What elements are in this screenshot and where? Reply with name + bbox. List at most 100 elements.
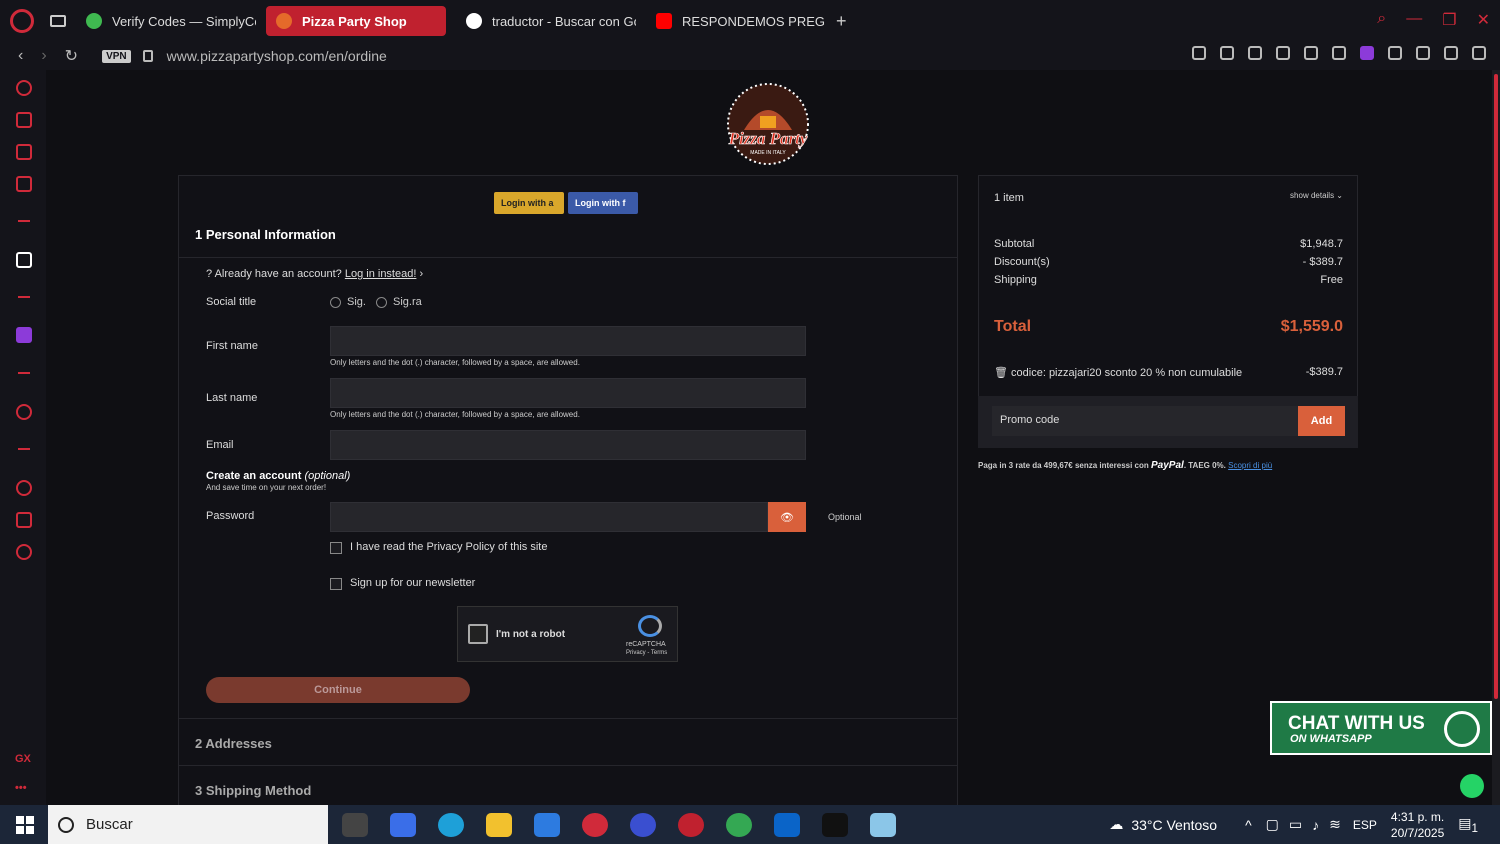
more-icon[interactable]: •••	[15, 782, 27, 794]
recaptcha-checkbox[interactable]	[468, 624, 488, 644]
email-input[interactable]	[330, 430, 806, 460]
clock[interactable]: 4:31 p. m. 20/7/2025	[1391, 809, 1444, 841]
weather-icon[interactable]: ☁	[1109, 816, 1123, 833]
aria-icon[interactable]	[16, 252, 32, 268]
show-password-button[interactable]: 👁	[768, 502, 806, 532]
tab-traductor[interactable]: traductor - Buscar con Go	[456, 6, 636, 36]
chevron-up-icon[interactable]: ^	[1245, 817, 1252, 833]
show-details-link[interactable]: show details ⌄	[1290, 191, 1343, 200]
first-name-input[interactable]	[330, 326, 806, 356]
microsoft-store-icon[interactable]	[534, 812, 560, 837]
opera-gx-icon[interactable]	[582, 812, 608, 837]
close-icon[interactable]: ✕	[1477, 10, 1490, 30]
page-scrollbar[interactable]	[1492, 70, 1500, 805]
login-facebook-button[interactable]: Login with f	[568, 192, 638, 214]
social-title-label: Social title	[206, 296, 257, 308]
wifi-icon[interactable]: ≋	[1329, 816, 1341, 833]
create-account-subtitle: And save time on your next order!	[206, 483, 327, 492]
divider	[179, 718, 957, 719]
back-icon[interactable]: ‹	[18, 47, 23, 65]
opera-logo-icon[interactable]	[10, 9, 34, 33]
outlook-icon[interactable]	[774, 812, 800, 837]
tiktok-icon[interactable]	[822, 812, 848, 837]
extensions-sidebar-icon[interactable]	[16, 512, 32, 528]
pin-icon[interactable]	[1192, 46, 1206, 60]
settings-icon[interactable]	[16, 544, 32, 560]
step-addresses[interactable]: 2 Addresses	[195, 736, 272, 751]
scrollbar-thumb[interactable]	[1494, 74, 1498, 699]
login-amazon-button[interactable]: Login with a	[494, 192, 564, 214]
heart-icon[interactable]	[1332, 46, 1346, 60]
snapshot-icon[interactable]	[1220, 46, 1234, 60]
trash-icon[interactable]: 🗑	[994, 367, 1008, 379]
app-notepad-icon[interactable]	[870, 812, 896, 837]
radio-sig[interactable]	[330, 297, 341, 308]
login-instead-link[interactable]: Log in instead!	[345, 268, 417, 280]
radio-sigra[interactable]	[376, 297, 387, 308]
total-label: Total	[994, 318, 1032, 335]
last-name-input[interactable]	[330, 378, 806, 408]
taskbar-search[interactable]: Buscar	[48, 805, 328, 844]
search-tabs-icon[interactable]: ⌕	[1377, 10, 1386, 30]
restore-icon[interactable]: ❐	[1442, 10, 1456, 30]
tab-island-icon[interactable]	[50, 15, 66, 27]
create-account-title: Create an account (optional)	[206, 470, 351, 482]
recaptcha-terms-link[interactable]: Privacy - Terms	[626, 650, 667, 656]
whatsapp-float-icon[interactable]	[1460, 774, 1484, 798]
new-tab-icon[interactable]: +	[836, 11, 847, 32]
notifications-icon[interactable]: ▤1	[1458, 815, 1478, 835]
minimize-icon[interactable]: —	[1406, 10, 1422, 30]
tab-verify-codes[interactable]: Verify Codes — SimplyCo	[76, 6, 256, 36]
forward-icon[interactable]: ›	[41, 47, 46, 65]
volume-icon[interactable]: ♪	[1312, 817, 1319, 833]
privacy-checkbox-label[interactable]: I have read the Privacy Policy of this s…	[350, 541, 547, 553]
privacy-checkbox[interactable]	[330, 542, 342, 554]
play-icon[interactable]	[1304, 46, 1318, 60]
meet-icon[interactable]: ▢	[1266, 816, 1279, 833]
edge-icon[interactable]	[438, 812, 464, 837]
newsletter-checkbox-label[interactable]: Sign up for our newsletter	[350, 577, 475, 589]
reload-icon[interactable]: ↻	[65, 46, 78, 66]
weather-text[interactable]: 33°C Ventoso	[1131, 817, 1217, 833]
step-shipping-method[interactable]: 3 Shipping Method	[195, 783, 311, 798]
password-input[interactable]	[330, 502, 768, 532]
task-view-icon[interactable]	[342, 812, 368, 837]
continue-button[interactable]: Continue	[206, 677, 470, 703]
profile-icon[interactable]	[1416, 46, 1430, 60]
promo-code-input[interactable]: Promo code	[992, 406, 1298, 436]
download-icon[interactable]	[1444, 46, 1458, 60]
translate-icon[interactable]	[1276, 46, 1290, 60]
windows-start-icon[interactable]	[16, 815, 34, 834]
step-personal-information[interactable]: 1 Personal Information	[195, 227, 336, 242]
newsletter-checkbox[interactable]	[330, 578, 342, 590]
history-icon[interactable]	[16, 480, 32, 496]
vpn-badge[interactable]: VPN	[102, 49, 131, 63]
adblock-icon[interactable]	[1248, 46, 1262, 60]
gx-cleaner-icon[interactable]	[16, 144, 32, 160]
language-indicator[interactable]: ESP	[1353, 818, 1377, 832]
eye-icon: 👁	[780, 511, 794, 524]
url-field[interactable]: www.pizzapartyshop.com/en/ordine	[167, 48, 387, 64]
copilot-icon[interactable]	[390, 812, 416, 837]
gx-control-icon[interactable]: GX	[15, 753, 31, 765]
promo-add-button[interactable]: Add	[1298, 406, 1345, 436]
extension-a-icon[interactable]	[1360, 46, 1374, 60]
app-red-icon[interactable]	[678, 812, 704, 837]
scopri-link[interactable]: Scopri di più	[1228, 461, 1272, 470]
player-icon[interactable]	[16, 404, 32, 420]
messenger-icon[interactable]	[16, 176, 32, 192]
lock-icon[interactable]	[142, 50, 153, 62]
chrome-icon[interactable]	[726, 812, 752, 837]
tab-pizza-party-shop[interactable]: Pizza Party Shop	[266, 6, 446, 36]
whatsapp-chat-banner[interactable]: CHAT WITH US ON WHATSAPP	[1270, 701, 1492, 755]
speed-dial-icon[interactable]	[16, 80, 32, 96]
gx-corner-icon[interactable]	[16, 112, 32, 128]
battery-icon[interactable]: ▭	[1289, 816, 1302, 833]
tab-respondemos[interactable]: RESPONDEMOS PREGUN	[646, 6, 826, 36]
opera-icon[interactable]	[630, 812, 656, 837]
pizza-party-logo[interactable]: Pizza Party MADE IN ITALY	[706, 80, 830, 168]
menu-icon[interactable]	[1472, 46, 1486, 60]
file-explorer-icon[interactable]	[486, 812, 512, 837]
extensions-icon[interactable]	[1388, 46, 1402, 60]
twitch-icon[interactable]	[16, 327, 32, 343]
